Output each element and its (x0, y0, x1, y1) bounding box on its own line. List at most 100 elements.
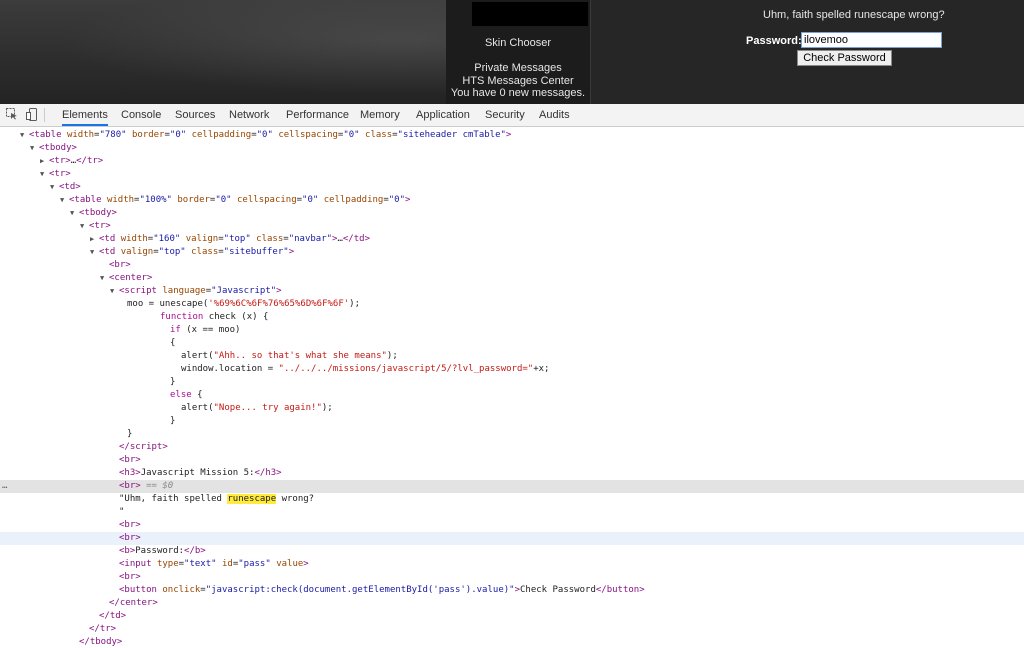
dom-node-line[interactable]: ▼ <tbody> (0, 142, 1024, 155)
dom-node-line[interactable]: ▼ <table width="100%" border="0" cellspac… (0, 194, 1024, 207)
dom-node-text: </tbody> (79, 637, 123, 647)
dom-node-line[interactable]: <br> (0, 454, 1024, 467)
inspect-icon[interactable] (5, 108, 18, 121)
dom-node-line[interactable]: <br> (0, 259, 1024, 272)
dom-node-text: <br> (119, 520, 141, 530)
toolbar-divider (44, 108, 45, 122)
check-password-button[interactable]: Check Password (797, 50, 892, 66)
node-menu-icon[interactable]: … (2, 480, 7, 493)
dom-node-text: <br> (119, 572, 141, 582)
dom-node-line[interactable]: <br> (0, 532, 1024, 545)
dom-node-line[interactable]: </tr> (0, 623, 1024, 636)
header-banner (0, 0, 446, 104)
tab-elements[interactable]: Elements (62, 104, 108, 126)
collapse-triangle-icon[interactable]: ▼ (20, 129, 24, 142)
dom-node-line[interactable]: alert("Ahh.. so that's what she means"); (0, 350, 1024, 363)
dom-node-line[interactable]: <h3>Javascript Mission 5:</h3> (0, 467, 1024, 480)
dom-node-line[interactable]: ▶ <tr>…</tr> (0, 155, 1024, 168)
dom-node-text: <input type="text" id="pass" value> (119, 559, 309, 569)
dom-node-text: <td> (59, 182, 81, 192)
dom-node-line[interactable]: } (0, 415, 1024, 428)
password-value: ilovemoo (804, 34, 849, 46)
dom-node-text: <button onclick="javascript:check(docume… (119, 585, 645, 595)
dom-node-text: <tbody> (79, 208, 117, 218)
hts-messages-center-link[interactable]: HTS Messages Center (446, 75, 590, 87)
dom-node-line[interactable]: { (0, 337, 1024, 350)
collapse-triangle-icon[interactable]: ▼ (100, 272, 104, 285)
tab-memory[interactable]: Memory (360, 104, 400, 126)
collapse-triangle-icon[interactable]: ▼ (80, 220, 84, 233)
dom-node-line[interactable]: window.location = "../../../missions/jav… (0, 363, 1024, 376)
dom-node-line[interactable]: <br> (0, 571, 1024, 584)
dom-node-line[interactable]: } (0, 428, 1024, 441)
dom-node-line[interactable]: ▼ <script language="Javascript"> (0, 285, 1024, 298)
dom-node-text: function check (x) { (160, 312, 269, 322)
dom-node-text: <br> == $0 (119, 481, 174, 491)
dom-node-text: </script> (119, 442, 168, 452)
dom-node-line[interactable]: ▼ <tr> (0, 168, 1024, 181)
dom-node-line[interactable]: else { (0, 389, 1024, 402)
dom-node-text: } (170, 377, 176, 387)
dom-node-line[interactable]: ▼ <tr> (0, 220, 1024, 233)
dom-node-line[interactable]: <br> (0, 519, 1024, 532)
mission-message: Uhm, faith spelled runescape wrong? (763, 9, 945, 21)
collapse-triangle-icon[interactable]: ▼ (70, 207, 74, 220)
dom-node-line[interactable]: <b>Password:</b> (0, 545, 1024, 558)
dom-node-text: <tr>…</tr> (49, 156, 104, 166)
dom-node-line[interactable]: ▼ <td valign="top" class="sitebuffer"> (0, 246, 1024, 259)
password-input[interactable]: ilovemoo (801, 32, 942, 48)
dom-node-text: <br> (109, 260, 131, 270)
collapse-triangle-icon[interactable]: ▼ (60, 194, 64, 207)
dom-node-line[interactable]: alert("Nope... try again!"); (0, 402, 1024, 415)
dom-node-text: <br> (119, 455, 141, 465)
dom-node-text: <tr> (49, 169, 71, 179)
dom-node-line[interactable]: if (x == moo) (0, 324, 1024, 337)
dom-node-line[interactable]: ▶ <td width="160" valign="top" class="nav… (0, 233, 1024, 246)
tab-application[interactable]: Application (416, 104, 470, 126)
dom-node-line[interactable]: } (0, 376, 1024, 389)
dom-node-text: <tr> (89, 221, 111, 231)
dom-node-line[interactable]: </tbody> (0, 636, 1024, 648)
dom-node-text: window.location = "../../../missions/jav… (181, 364, 550, 374)
dom-node-text: } (127, 429, 133, 439)
dom-node-text: <tbody> (39, 143, 77, 153)
dom-node-text: alert("Nope... try again!"); (181, 403, 333, 413)
dom-node-line[interactable]: ▼ <center> (0, 272, 1024, 285)
dom-node-text: <center> (109, 273, 153, 283)
collapse-triangle-icon[interactable]: ▼ (40, 168, 44, 181)
dom-node-text: if (x == moo) (170, 325, 241, 335)
tab-performance[interactable]: Performance (286, 104, 349, 126)
dom-node-line[interactable]: <button onclick="javascript:check(docume… (0, 584, 1024, 597)
dom-node-line[interactable]: </script> (0, 441, 1024, 454)
dom-node-line[interactable]: … <br> == $0 (0, 480, 1024, 493)
dom-node-line[interactable]: " (0, 506, 1024, 519)
tab-sources[interactable]: Sources (175, 104, 215, 126)
tab-network[interactable]: Network (229, 104, 269, 126)
dom-node-line[interactable]: ▼ <table width="780" border="0" cellpaddi… (0, 129, 1024, 142)
tab-security[interactable]: Security (485, 104, 525, 126)
dom-node-line[interactable]: <input type="text" id="pass" value> (0, 558, 1024, 571)
expand-triangle-icon[interactable]: ▶ (90, 233, 94, 246)
collapse-triangle-icon[interactable]: ▼ (90, 246, 94, 259)
collapse-triangle-icon[interactable]: ▼ (110, 285, 114, 298)
devtools-panel: Elements Console Sources Network Performance… (0, 104, 1024, 648)
dom-node-text: moo = unescape('%69%6C%6F%76%65%6D%6F%6F… (127, 299, 361, 309)
private-messages-link[interactable]: Private Messages (446, 62, 590, 74)
dom-node-text: <h3>Javascript Mission 5:</h3> (119, 468, 282, 478)
dom-node-line[interactable]: </center> (0, 597, 1024, 610)
skin-chooser-link[interactable]: Skin Chooser (446, 37, 590, 49)
tab-audits[interactable]: Audits (539, 104, 570, 126)
dom-node-text: } (170, 416, 176, 426)
device-toggle-icon[interactable] (25, 108, 38, 121)
collapse-triangle-icon[interactable]: ▼ (30, 142, 34, 155)
dom-node-line[interactable]: moo = unescape('%69%6C%6F%76%65%6D%6F%6F… (0, 298, 1024, 311)
redacted-box (472, 2, 588, 26)
collapse-triangle-icon[interactable]: ▼ (50, 181, 54, 194)
expand-triangle-icon[interactable]: ▶ (40, 155, 44, 168)
dom-node-line[interactable]: ▼ <tbody> (0, 207, 1024, 220)
tab-console[interactable]: Console (121, 104, 161, 126)
dom-node-line[interactable]: function check (x) { (0, 311, 1024, 324)
dom-node-line[interactable]: ▼ <td> (0, 181, 1024, 194)
dom-node-line[interactable]: </td> (0, 610, 1024, 623)
dom-node-line[interactable]: "Uhm, faith spelled runescape wrong? (0, 493, 1024, 506)
